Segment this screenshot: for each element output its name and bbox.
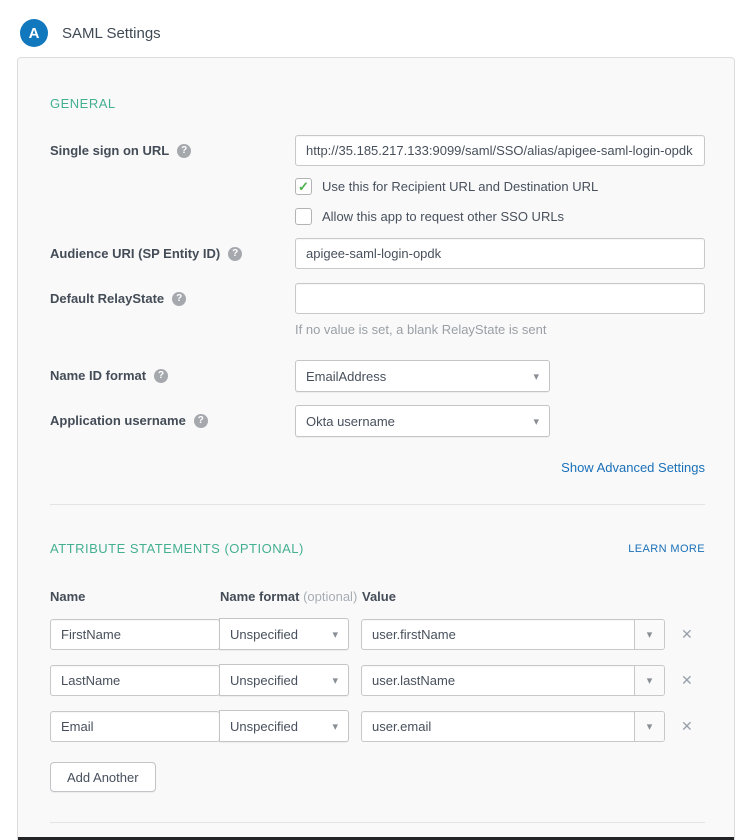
attribute-value-input[interactable]	[362, 620, 634, 649]
recipient-url-checkbox[interactable]: ✓	[295, 178, 312, 195]
name-id-format-value: EmailAddress	[306, 369, 386, 384]
recipient-url-checkbox-row: ✓ Use this for Recipient URL and Destina…	[295, 178, 705, 195]
chevron-down-icon: ▾	[533, 370, 539, 383]
application-username-label: Application username	[50, 413, 186, 428]
attribute-value-combo: ▾	[361, 665, 665, 696]
other-sso-checkbox-row: Allow this app to request other SSO URLs	[295, 208, 705, 225]
page-header: A SAML Settings	[0, 0, 749, 47]
column-header-format: Name format (optional)	[220, 589, 362, 604]
remove-row-icon[interactable]: ✕	[681, 718, 693, 735]
other-sso-checkbox-label: Allow this app to request other SSO URLs	[322, 208, 564, 225]
add-another-button[interactable]: Add Another	[50, 762, 156, 792]
sso-url-label: Single sign on URL	[50, 143, 169, 158]
application-username-help-icon[interactable]: ?	[194, 414, 208, 428]
attribute-name-input[interactable]	[50, 711, 220, 742]
attribute-value-dropdown-button[interactable]: ▾	[634, 666, 664, 695]
column-header-value: Value	[362, 589, 705, 604]
page-title: SAML Settings	[62, 25, 161, 42]
attribute-row: Unspecified ▾ ▾ ✕	[50, 664, 705, 696]
column-header-format-optional: (optional)	[299, 589, 357, 604]
name-id-format-help-icon[interactable]: ?	[154, 369, 168, 383]
sso-url-help-icon[interactable]: ?	[177, 144, 191, 158]
audience-uri-help-icon[interactable]: ?	[228, 247, 242, 261]
chevron-down-icon: ▾	[647, 628, 653, 641]
saml-settings-panel: GENERAL Single sign on URL ? ✓ Use this …	[17, 57, 735, 840]
attribute-format-select[interactable]: Unspecified ▾	[219, 710, 349, 742]
audience-uri-row: Audience URI (SP Entity ID) ?	[50, 238, 705, 269]
step-a-badge: A	[20, 19, 48, 47]
attribute-name-input[interactable]	[50, 665, 220, 696]
recipient-url-checkbox-label: Use this for Recipient URL and Destinati…	[322, 178, 598, 195]
name-id-format-label: Name ID format	[50, 368, 146, 383]
relay-state-input[interactable]	[295, 283, 705, 314]
bottom-divider	[50, 822, 705, 823]
remove-row-icon[interactable]: ✕	[681, 626, 693, 643]
saml-settings-page: A SAML Settings GENERAL Single sign on U…	[0, 0, 749, 840]
show-advanced-settings-link[interactable]: Show Advanced Settings	[561, 460, 705, 475]
application-username-select[interactable]: Okta username ▾	[295, 405, 550, 437]
learn-more-link[interactable]: LEARN MORE	[628, 543, 705, 555]
audience-uri-input[interactable]	[295, 238, 705, 269]
attribute-row: Unspecified ▾ ▾ ✕	[50, 710, 705, 742]
relay-state-help-icon[interactable]: ?	[172, 292, 186, 306]
attribute-statements-title: ATTRIBUTE STATEMENTS (OPTIONAL)	[50, 541, 304, 556]
remove-row-icon[interactable]: ✕	[681, 672, 693, 689]
sso-url-row: Single sign on URL ? ✓ Use this for Reci…	[50, 135, 705, 225]
relay-state-hint: If no value is set, a blank RelayState i…	[295, 322, 705, 337]
attribute-name-input[interactable]	[50, 619, 220, 650]
application-username-value: Okta username	[306, 414, 395, 429]
attribute-value-combo: ▾	[361, 619, 665, 650]
chevron-down-icon: ▾	[332, 628, 338, 641]
chevron-down-icon: ▾	[647, 720, 653, 733]
general-section-title: GENERAL	[50, 96, 705, 111]
attribute-value-input[interactable]	[362, 712, 634, 741]
column-header-name: Name	[50, 589, 220, 604]
application-username-row: Application username ? Okta username ▾	[50, 405, 705, 437]
audience-uri-label: Audience URI (SP Entity ID)	[50, 246, 220, 261]
attribute-row: Unspecified ▾ ▾ ✕	[50, 618, 705, 650]
attribute-value-combo: ▾	[361, 711, 665, 742]
chevron-down-icon: ▾	[332, 720, 338, 733]
sso-url-input[interactable]	[295, 135, 705, 166]
section-divider	[50, 504, 705, 505]
relay-state-label: Default RelayState	[50, 291, 164, 306]
attribute-value-dropdown-button[interactable]: ▾	[634, 712, 664, 741]
chevron-down-icon: ▾	[647, 674, 653, 687]
attribute-format-select[interactable]: Unspecified ▾	[219, 618, 349, 650]
other-sso-checkbox[interactable]	[295, 208, 312, 225]
attribute-format-select[interactable]: Unspecified ▾	[219, 664, 349, 696]
attribute-column-headers: Name Name format (optional) Value	[50, 589, 705, 604]
attribute-value-dropdown-button[interactable]: ▾	[634, 620, 664, 649]
name-id-format-select[interactable]: EmailAddress ▾	[295, 360, 550, 392]
name-id-format-row: Name ID format ? EmailAddress ▾	[50, 360, 705, 392]
chevron-down-icon: ▾	[533, 415, 539, 428]
relay-state-row: Default RelayState ? If no value is set,…	[50, 283, 705, 337]
chevron-down-icon: ▾	[332, 674, 338, 687]
attribute-value-input[interactable]	[362, 666, 634, 695]
